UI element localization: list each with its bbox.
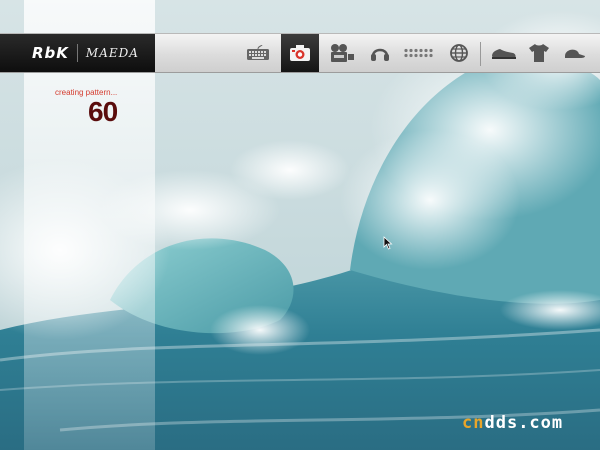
- keyboard-button[interactable]: [242, 36, 274, 70]
- cap-icon: [565, 49, 585, 58]
- pattern-button[interactable]: [402, 36, 436, 70]
- globe-button[interactable]: [443, 36, 475, 70]
- headphones-icon: [371, 48, 389, 61]
- cap-button[interactable]: [558, 36, 590, 70]
- brand-logo: RbK MAEDA: [0, 34, 155, 72]
- toolbar-divider: [480, 42, 481, 66]
- watermark-part-1: cn: [462, 413, 485, 433]
- video-camera-button[interactable]: [326, 36, 358, 70]
- brand-rbk-text: RbK: [32, 44, 69, 62]
- globe-icon: [450, 44, 468, 62]
- video-camera-icon: [331, 44, 354, 62]
- brand-maeda-text: MAEDA: [85, 46, 139, 60]
- keyboard-icon: [247, 45, 269, 60]
- dots-pattern-icon: [404, 48, 433, 58]
- shoe-button[interactable]: [488, 36, 520, 70]
- camera-icon: [290, 45, 310, 61]
- camera-button[interactable]: [281, 34, 319, 72]
- mouse-cursor-icon: [383, 236, 393, 255]
- brand-divider: [76, 44, 78, 62]
- tshirt-button[interactable]: [523, 36, 555, 70]
- pattern-counter: 60: [88, 96, 118, 127]
- tshirt-icon: [529, 44, 549, 62]
- watermark-part-2: dds.com: [484, 413, 564, 433]
- watermark: cndds.com: [462, 413, 563, 433]
- headphones-button[interactable]: [364, 36, 396, 70]
- toolbar: RbK MAEDA: [0, 33, 600, 73]
- shoe-icon: [492, 49, 516, 59]
